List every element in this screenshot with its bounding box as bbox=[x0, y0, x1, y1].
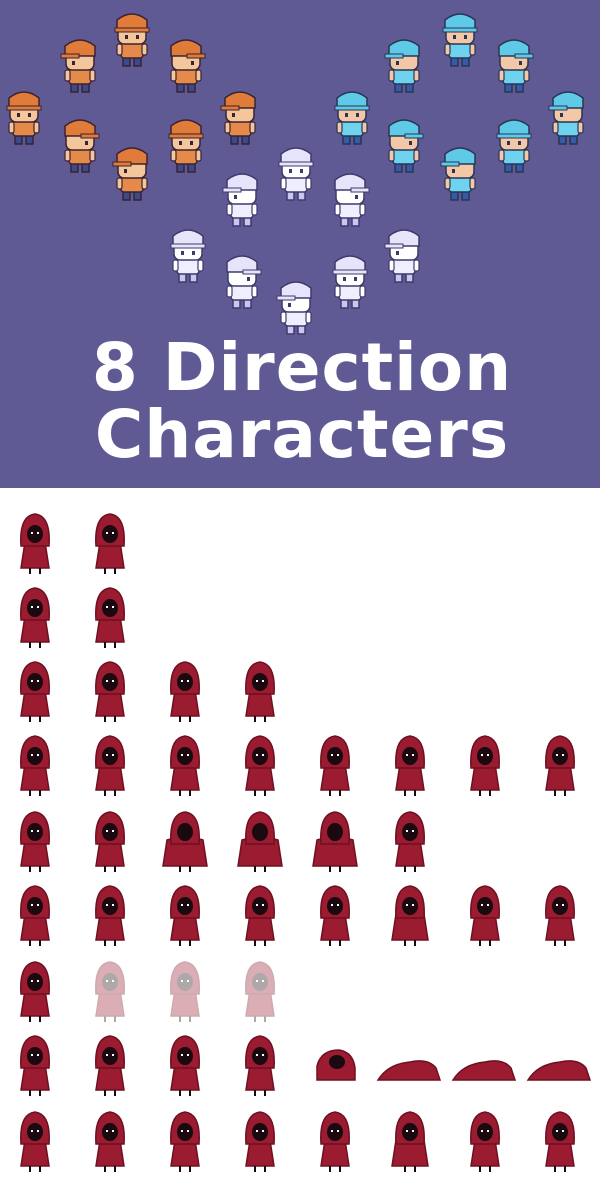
sprite-row bbox=[20, 1035, 592, 1096]
hooded-figure-frame bbox=[20, 1035, 50, 1096]
hooded-figure-frame bbox=[395, 811, 425, 872]
chibi-character bbox=[170, 229, 206, 283]
sprite-row bbox=[20, 735, 575, 796]
chibi-character bbox=[6, 91, 42, 145]
hooded-figure-frame bbox=[545, 735, 575, 796]
hooded-figure-frame bbox=[245, 735, 275, 796]
hooded-figure-frame bbox=[451, 1060, 517, 1081]
hooded-figure-frame bbox=[170, 1111, 200, 1172]
sprite-row bbox=[20, 961, 275, 1022]
hooded-figure-frame bbox=[170, 661, 200, 722]
orange-cap-characters bbox=[6, 13, 256, 201]
hooded-figure-frame bbox=[237, 811, 283, 872]
sprite-row bbox=[20, 587, 125, 648]
sprite-row bbox=[20, 811, 425, 872]
chibi-character bbox=[64, 119, 100, 173]
hooded-figure-frame bbox=[245, 961, 275, 1022]
chibi-character bbox=[222, 173, 258, 227]
chibi-character bbox=[548, 91, 584, 145]
chibi-character bbox=[276, 281, 312, 335]
hooded-figure-frame bbox=[20, 885, 50, 946]
sprite-row bbox=[20, 513, 125, 574]
hooded-figure-frame bbox=[95, 513, 125, 574]
hooded-figure-frame bbox=[470, 1111, 500, 1172]
hooded-figure-frame bbox=[20, 811, 50, 872]
hooded-figure-frame bbox=[376, 1060, 442, 1081]
sprite-sheet-canvas bbox=[20, 513, 592, 1172]
hooded-figure-frame bbox=[20, 513, 50, 574]
chibi-character bbox=[114, 13, 150, 67]
chibi-character bbox=[334, 173, 370, 227]
hooded-figure-frame bbox=[95, 587, 125, 648]
chibi-character bbox=[440, 147, 476, 201]
hooded-figure-frame bbox=[545, 885, 575, 946]
sprite-sheet bbox=[0, 490, 600, 1200]
chibi-character bbox=[496, 119, 532, 173]
hooded-figure-frame bbox=[20, 961, 50, 1022]
hooded-figure-frame bbox=[320, 735, 350, 796]
chibi-character bbox=[384, 229, 420, 283]
hooded-figure-frame bbox=[316, 1049, 356, 1081]
hooded-figure-frame bbox=[20, 1111, 50, 1172]
hooded-figure-frame bbox=[95, 1035, 125, 1096]
hooded-figure-frame bbox=[95, 961, 125, 1022]
hooded-figure-frame bbox=[170, 961, 200, 1022]
hooded-figure-frame bbox=[470, 735, 500, 796]
character-illustration bbox=[6, 13, 584, 335]
chibi-character bbox=[220, 91, 256, 145]
hooded-figure-frame bbox=[95, 885, 125, 946]
hooded-figure-frame bbox=[395, 735, 425, 796]
hooded-figure-frame bbox=[470, 885, 500, 946]
chibi-character bbox=[278, 147, 314, 201]
sprite-row bbox=[20, 1111, 575, 1172]
hooded-figure-frame bbox=[95, 661, 125, 722]
chibi-character bbox=[112, 147, 148, 201]
hooded-figure-frame bbox=[95, 735, 125, 796]
hooded-figure-frame bbox=[170, 735, 200, 796]
chibi-character bbox=[332, 255, 368, 309]
chibi-character bbox=[168, 119, 204, 173]
hooded-figure-frame bbox=[245, 1035, 275, 1096]
hooded-figure-frame bbox=[526, 1060, 592, 1081]
blue-cap-characters bbox=[334, 13, 584, 201]
hooded-figure-frame bbox=[170, 1035, 200, 1096]
chibi-character bbox=[226, 255, 262, 309]
hooded-figure-frame bbox=[95, 1111, 125, 1172]
chibi-character bbox=[388, 119, 424, 173]
hooded-figure-frame bbox=[20, 661, 50, 722]
sprite-row bbox=[20, 661, 275, 722]
hooded-figure-frame bbox=[245, 661, 275, 722]
chibi-character bbox=[498, 39, 534, 93]
chibi-character bbox=[334, 91, 370, 145]
hooded-figure-frame bbox=[312, 811, 358, 872]
hooded-figure-frame bbox=[95, 811, 125, 872]
hooded-figure-frame bbox=[545, 1111, 575, 1172]
hooded-figure-frame bbox=[245, 1111, 275, 1172]
chibi-character bbox=[442, 13, 478, 67]
promo-banner: 8 Direction Characters bbox=[0, 0, 600, 488]
chibi-character bbox=[60, 39, 96, 93]
hooded-figure-frame bbox=[245, 885, 275, 946]
hooded-figure-frame bbox=[391, 1111, 429, 1172]
hooded-figure-frame bbox=[391, 885, 429, 946]
banner-title-line-2: Characters bbox=[94, 396, 510, 473]
chibi-character bbox=[170, 39, 206, 93]
hooded-figure-frame bbox=[170, 885, 200, 946]
sprite-row bbox=[20, 885, 575, 946]
hooded-figure-frame bbox=[320, 1111, 350, 1172]
hooded-figure-frame bbox=[320, 885, 350, 946]
hooded-figure-frame bbox=[20, 735, 50, 796]
banner-title-line-1: 8 Direction bbox=[91, 329, 513, 406]
white-characters bbox=[170, 147, 420, 335]
hooded-figure-frame bbox=[20, 587, 50, 648]
hooded-figure-frame bbox=[162, 811, 208, 872]
chibi-character bbox=[384, 39, 420, 93]
